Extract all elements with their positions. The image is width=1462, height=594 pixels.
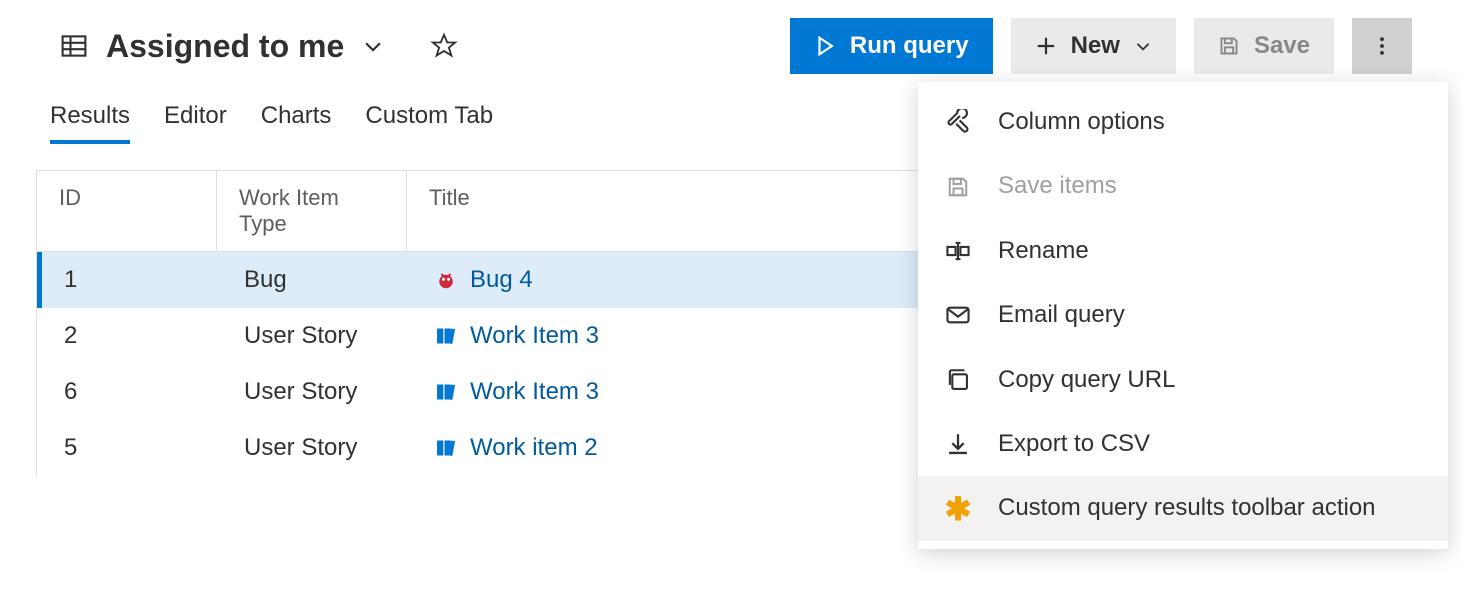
menu-label: Rename <box>998 235 1422 267</box>
column-header-id[interactable]: ID <box>37 171 217 251</box>
cell-type: Bug <box>222 252 412 308</box>
cell-type: User Story <box>222 308 412 364</box>
more-actions-menu: Column options Save items Rename Email q… <box>918 82 1448 549</box>
tab-charts[interactable]: Charts <box>261 102 332 144</box>
menu-copy-url[interactable]: Copy query URL <box>918 348 1448 412</box>
menu-export-csv[interactable]: Export to CSV <box>918 412 1448 476</box>
more-vertical-icon <box>1371 35 1393 57</box>
cell-id: 6 <box>42 364 222 420</box>
story-icon <box>434 436 458 460</box>
favorite-star-icon[interactable] <box>430 32 458 60</box>
toolbar: Run query New Save <box>790 18 1412 74</box>
menu-label: Email query <box>998 299 1422 331</box>
mail-icon <box>944 301 972 329</box>
new-label: New <box>1071 32 1120 60</box>
new-button[interactable]: New <box>1011 18 1176 74</box>
menu-label: Custom query results toolbar action <box>998 492 1422 524</box>
menu-custom-action[interactable]: ✱ Custom query results toolbar action <box>918 476 1448 540</box>
menu-save-items: Save items <box>918 154 1448 218</box>
title-chevron-down-icon[interactable] <box>362 35 384 57</box>
menu-label: Save items <box>998 170 1422 202</box>
tab-custom[interactable]: Custom Tab <box>365 102 493 144</box>
story-icon <box>434 324 458 348</box>
rename-icon <box>944 237 972 265</box>
tab-results[interactable]: Results <box>50 102 130 144</box>
work-item-link[interactable]: Work item 2 <box>470 434 598 462</box>
save-label: Save <box>1254 32 1310 60</box>
work-item-link[interactable]: Work Item 3 <box>470 322 599 350</box>
menu-column-options[interactable]: Column options <box>918 90 1448 154</box>
cell-id: 2 <box>42 308 222 364</box>
menu-label: Column options <box>998 106 1422 138</box>
more-actions-button[interactable] <box>1352 18 1412 74</box>
query-type-icon <box>60 32 88 60</box>
download-icon <box>944 430 972 458</box>
run-query-label: Run query <box>850 32 969 60</box>
title-group: Assigned to me <box>60 28 772 65</box>
copy-icon <box>944 366 972 394</box>
page-title: Assigned to me <box>106 28 344 65</box>
play-icon <box>814 35 836 57</box>
work-item-link[interactable]: Work Item 3 <box>470 378 599 406</box>
menu-rename[interactable]: Rename <box>918 219 1448 283</box>
save-button: Save <box>1194 18 1334 74</box>
chevron-down-icon <box>1134 37 1152 55</box>
asterisk-icon: ✱ <box>944 495 972 523</box>
save-icon <box>944 173 972 201</box>
run-query-button[interactable]: Run query <box>790 18 993 74</box>
cell-type: User Story <box>222 364 412 420</box>
cell-id: 1 <box>42 252 222 308</box>
tab-editor[interactable]: Editor <box>164 102 227 144</box>
cell-type: User Story <box>222 420 412 476</box>
menu-label: Export to CSV <box>998 428 1422 460</box>
plus-icon <box>1035 35 1057 57</box>
cell-id: 5 <box>42 420 222 476</box>
save-icon <box>1218 35 1240 57</box>
story-icon <box>434 380 458 404</box>
header: Assigned to me Run query New <box>0 0 1462 74</box>
menu-email-query[interactable]: Email query <box>918 283 1448 347</box>
bug-icon <box>434 268 458 292</box>
work-item-link[interactable]: Bug 4 <box>470 266 533 294</box>
menu-label: Copy query URL <box>998 364 1422 396</box>
wrench-icon <box>944 108 972 136</box>
column-header-type[interactable]: Work Item Type <box>217 171 407 251</box>
